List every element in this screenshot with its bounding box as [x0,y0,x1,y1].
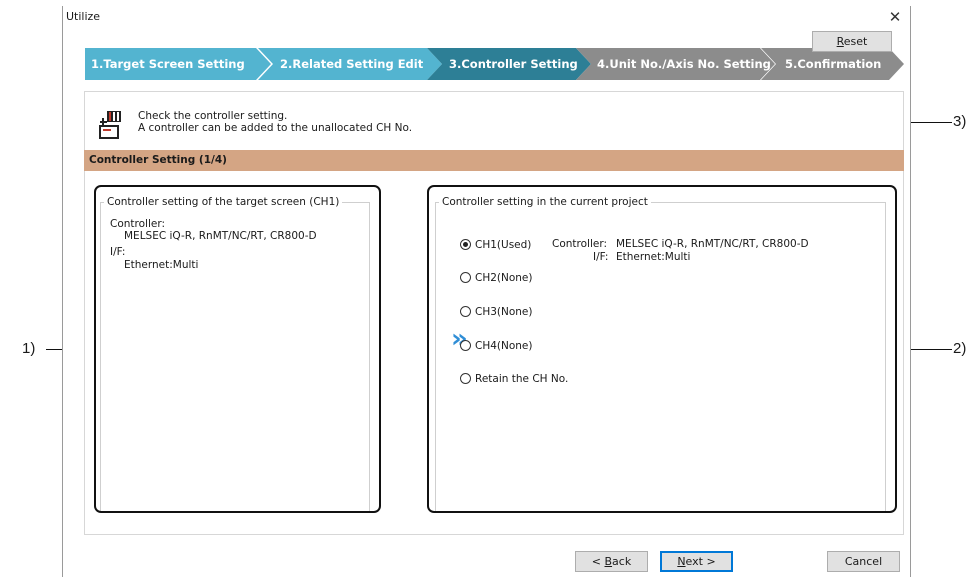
step-label: 5.Confirmation [785,57,882,71]
step-label: 1.Target Screen Setting [91,57,245,71]
next-button[interactable]: Next > [660,551,733,572]
callout-box-1 [94,185,381,513]
info-message: Check the controller setting. A controll… [138,110,412,134]
step-target-screen: 1.Target Screen Setting [85,48,271,80]
reset-rest: eset [843,35,868,48]
next-hotkey: N [677,555,686,568]
callout-label-2: 2) [953,340,967,357]
back-rest: ack [612,555,632,568]
step-label: 3.Controller Setting [449,57,578,71]
step-label: 4.Unit No./Axis No. Setting [597,57,771,71]
back-prefix: < [591,555,605,568]
window-title: Utilize [66,10,101,23]
title-bar: Utilize ✕ [63,6,910,28]
reset-hotkey: R [836,35,844,48]
next-rest: ext > [685,555,716,568]
callout-box-2 [427,185,897,513]
controller-icon [98,110,124,140]
step-confirmation: 5.Confirmation [761,48,904,80]
step-related-setting: 2.Related Setting Edit [258,48,442,80]
callout-label-1: 1) [22,340,36,357]
back-hotkey: B [604,555,613,568]
reset-button[interactable]: Reset [812,31,892,52]
close-icon[interactable]: ✕ [884,6,906,28]
step-controller-setting: 3.Controller Setting [427,48,591,80]
cancel-button[interactable]: Cancel [827,551,900,572]
info-line-1: Check the controller setting. [138,110,288,122]
wizard-steps: 1.Target Screen Setting 2.Related Settin… [85,48,905,80]
step-label: 2.Related Setting Edit [280,57,424,71]
callout-label-3: 3) [953,113,967,130]
step-unit-axis: 4.Unit No./Axis No. Setting [576,48,775,80]
back-button[interactable]: < Back [575,551,648,572]
info-line-2: A controller can be added to the unalloc… [138,122,413,134]
section-header: Controller Setting (1/4) [84,150,904,171]
